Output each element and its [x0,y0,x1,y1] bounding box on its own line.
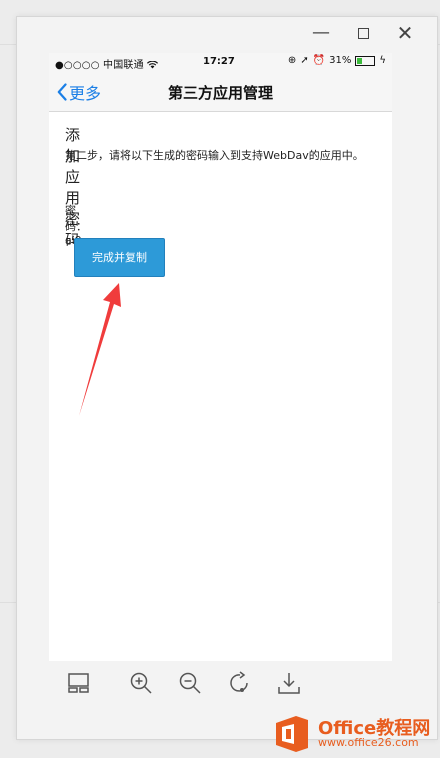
wifi-icon [147,60,159,69]
minimize-icon: — [312,22,330,43]
zoom-out-icon[interactable] [177,670,203,696]
rotate-icon[interactable] [227,670,253,696]
status-bar: ●○○○○ 中国联通 17:27 ⊕ ➚ ⏰ 31% ϟ [49,53,392,71]
watermark-url: www.office26.com [318,736,419,749]
maximize-icon [357,27,369,39]
zoom-in-icon[interactable] [128,670,154,696]
battery-percent: 31% [329,55,352,66]
carrier-signal: ●○○○○ 中国联通 [55,56,159,71]
orientation-lock-icon: ⊕ [287,55,297,66]
watermark-logo: Office教程网 www.office26.com [272,714,432,754]
location-icon: ➚ [300,55,309,66]
navigation-bar: 更多 第三方应用管理 [49,71,392,112]
phone-screenshot: ●○○○○ 中国联通 17:27 ⊕ ➚ ⏰ 31% ϟ 更多 第三方应用管理 [49,53,392,661]
battery-fill [357,57,363,64]
download-icon[interactable] [276,670,302,696]
finish-copy-button[interactable]: 完成并复制 [74,238,165,277]
minimize-button[interactable]: — [307,19,335,47]
layout-icon[interactable] [66,670,92,696]
battery-icon [355,55,376,66]
charging-icon: ϟ [379,55,386,66]
status-right: ⊕ ➚ ⏰ 31% ϟ [288,55,386,66]
page-title: 第三方应用管理 [167,84,273,102]
instruction-text: 第二步，请将以下生成的密码输入到支持WebDav的应用中。 [65,149,364,162]
alarm-icon: ⏰ [312,55,326,66]
maximize-button[interactable] [349,19,377,47]
close-button[interactable]: ✕ [391,19,419,47]
office-logo-icon [276,716,308,752]
close-icon: ✕ [396,21,414,45]
status-time: 17:27 [203,56,235,67]
